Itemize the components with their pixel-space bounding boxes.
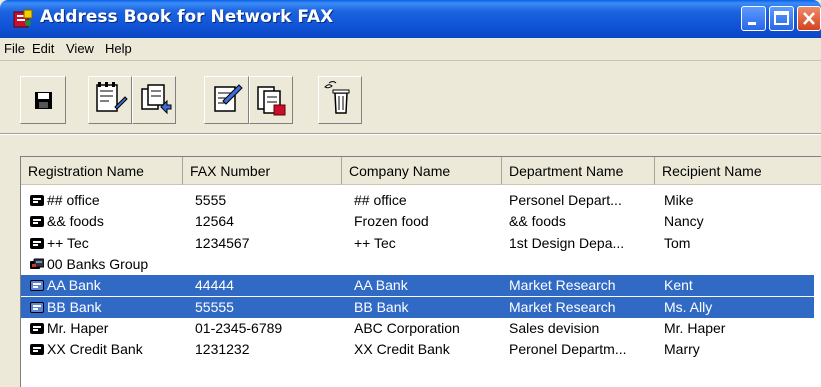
save-icon <box>35 92 52 109</box>
cell-registration-name: AA Bank <box>47 277 101 294</box>
cell-recipient-name: Marry <box>664 341 700 358</box>
table-row[interactable]: ## office 5555 ## office Personel Depart...… <box>21 190 814 211</box>
cell-registration-name: ## office <box>47 192 100 208</box>
cell-registration-name: Mr. Haper <box>47 319 109 336</box>
cell-fax-number: 44444 <box>195 277 234 294</box>
cell-recipient-name: Mike <box>664 192 694 208</box>
address-book-icon <box>257 86 286 116</box>
address-book-window: Address Book for Network FAX File Edit V… <box>0 0 821 387</box>
app-icon <box>13 9 33 28</box>
cell-department-name: Market Research <box>509 298 616 315</box>
cell-company-name: BB Bank <box>354 298 409 315</box>
minimize-button[interactable] <box>741 6 766 31</box>
cell-recipient-name: Mr. Haper <box>664 319 726 336</box>
window-title: Address Book for Network FAX <box>40 7 334 27</box>
delete-button[interactable] <box>318 76 362 124</box>
cell-registration-name: BB Bank <box>47 298 102 315</box>
column-company-name[interactable]: Company Name <box>342 157 502 185</box>
column-fax-number[interactable]: FAX Number <box>183 157 342 185</box>
cell-fax-number: 1234567 <box>195 234 250 251</box>
minimize-icon <box>748 22 756 25</box>
cell-fax-number: 5555 <box>195 192 227 208</box>
table-row[interactable]: BB Bank 55555 BB Bank Market Research Ms. Al… <box>21 296 814 318</box>
contact-card-icon <box>30 216 44 228</box>
menu-help[interactable]: Help <box>105 41 132 56</box>
cell-department-name: Sales devision <box>509 319 600 336</box>
table-row[interactable]: ++ Tec 1234567 ++ Tec 1st Design Depa... Tom <box>21 233 814 254</box>
address-list[interactable]: Registration Name FAX Number Company Nam… <box>20 156 821 387</box>
cell-department-name: Peronel Departm... <box>509 341 627 358</box>
maximize-icon <box>774 11 789 25</box>
table-row[interactable]: XX Credit Bank 1231232 XX Credit Bank Peron… <box>21 339 814 360</box>
cell-recipient-name: Nancy <box>664 213 704 230</box>
cell-department-name: 1st Design Depa... <box>509 234 625 251</box>
contact-card-icon <box>30 195 44 206</box>
menu-view[interactable]: View <box>66 41 94 56</box>
save-button[interactable] <box>20 76 66 124</box>
cell-department-name: && foods <box>509 213 566 230</box>
cell-company-name: AA Bank <box>354 277 408 294</box>
cell-registration-name: 00 Banks Group <box>47 255 149 272</box>
cell-department-name: Personel Depart... <box>509 192 622 208</box>
cell-fax-number: 55555 <box>195 298 234 315</box>
cell-registration-name: XX Credit Bank <box>47 341 143 358</box>
cell-registration-name: && foods <box>47 213 104 230</box>
table-row[interactable]: 00 Banks Group <box>21 254 814 275</box>
column-recipient-name[interactable]: Recipient Name <box>655 157 821 185</box>
cell-company-name: Frozen food <box>354 213 429 230</box>
cell-company-name: ## office <box>354 192 407 208</box>
maximize-button[interactable] <box>769 6 794 31</box>
cell-fax-number: 01-2345-6789 <box>195 319 283 336</box>
cell-recipient-name: Ms. Ally <box>664 298 713 315</box>
menu-bar: File Edit View Help <box>0 38 821 60</box>
cell-department-name: Market Research <box>509 277 616 294</box>
list-header: Registration Name FAX Number Company Nam… <box>21 157 821 185</box>
contact-card-icon <box>30 280 44 292</box>
new-entry-icon <box>96 82 128 112</box>
table-row[interactable]: && foods 12564 Frozen food && foods Nancy <box>21 211 814 232</box>
table-row[interactable]: AA Bank 44444 AA Bank Market Research Kent <box>21 275 814 297</box>
new-group-button[interactable] <box>132 76 176 124</box>
column-department-name[interactable]: Department Name <box>502 157 655 185</box>
edit-icon <box>214 84 243 112</box>
edit-button[interactable] <box>204 76 249 124</box>
new-group-icon <box>141 84 172 115</box>
cell-company-name: XX Credit Bank <box>354 341 450 358</box>
table-row[interactable]: Mr. Haper 01-2345-6789 ABC Corporation Sale… <box>21 318 814 339</box>
column-registration-name[interactable]: Registration Name <box>21 157 183 185</box>
cell-fax-number: 12564 <box>195 213 234 230</box>
cell-recipient-name: Tom <box>664 234 691 251</box>
title-bar[interactable]: Address Book for Network FAX <box>0 0 821 38</box>
toolbar-divider <box>0 133 821 135</box>
cell-company-name: ABC Corporation <box>354 319 460 336</box>
close-button[interactable] <box>797 6 821 31</box>
delete-icon <box>324 81 350 114</box>
menu-edit[interactable]: Edit <box>32 41 54 56</box>
cell-fax-number: 1231232 <box>195 341 250 358</box>
menu-file[interactable]: File <box>4 41 25 56</box>
cell-registration-name: ++ Tec <box>47 234 89 251</box>
address-book-button[interactable] <box>249 76 293 124</box>
close-icon <box>803 12 815 25</box>
group-icon <box>30 258 44 269</box>
contact-card-icon <box>30 322 44 334</box>
cell-company-name: ++ Tec <box>354 234 396 251</box>
contact-card-icon <box>30 237 44 249</box>
new-entry-button[interactable] <box>88 76 132 124</box>
contact-card-icon <box>30 344 44 356</box>
cell-recipient-name: Kent <box>664 277 693 294</box>
contact-card-icon <box>30 301 44 313</box>
